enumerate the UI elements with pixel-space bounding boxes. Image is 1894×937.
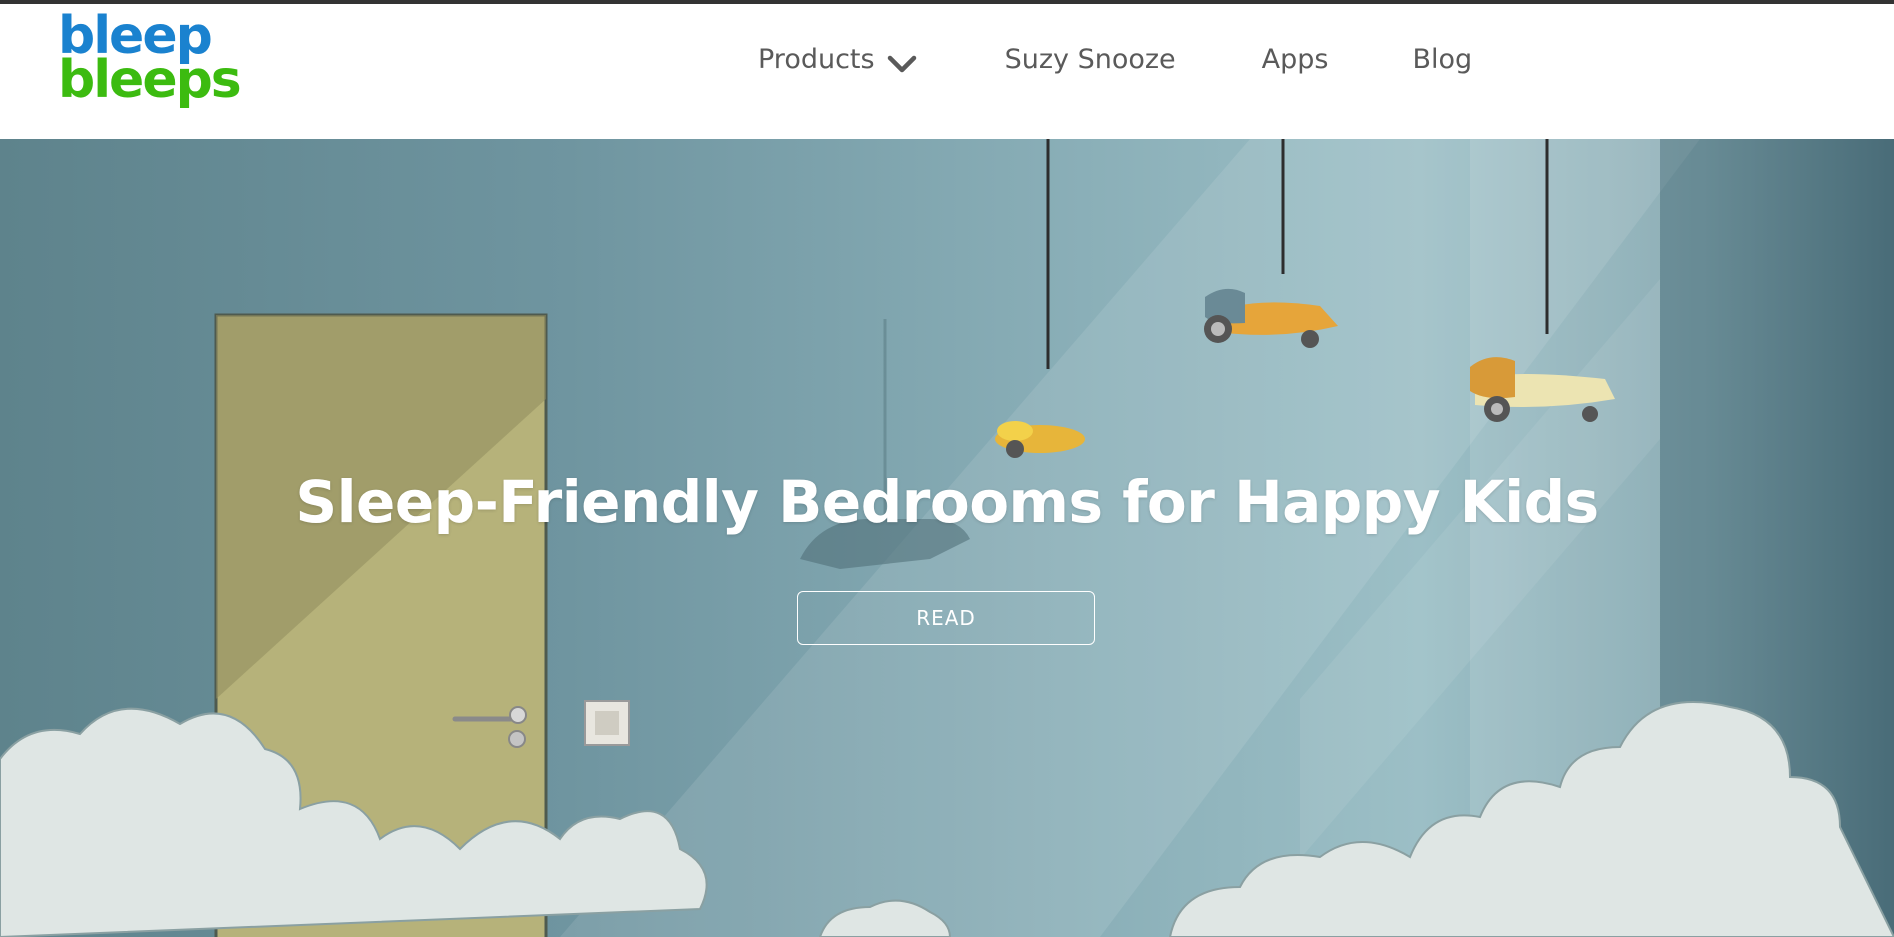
chevron-down-icon[interactable] — [887, 50, 917, 72]
nav-item-products[interactable]: Products — [758, 44, 917, 75]
hero-title: Sleep-Friendly Bedrooms for Happy Kids — [295, 467, 1599, 536]
nav-item-blog-label: Blog — [1412, 44, 1473, 75]
nav-item-apps[interactable]: Apps — [1262, 44, 1329, 75]
nav-item-products-label: Products — [758, 44, 875, 75]
hero-background-image — [0, 139, 1894, 937]
nav-item-apps-label: Apps — [1261, 44, 1329, 75]
hero-banner: Sleep-Friendly Bedrooms for Happy Kids R… — [0, 139, 1894, 937]
logo-line-2: bleeps — [58, 50, 242, 110]
nav-item-suzy-snooze-label: Suzy Snooze — [1004, 44, 1176, 75]
site-header: bleep bleeps Products Suzy Snooze Apps B… — [0, 4, 1894, 139]
nav-item-blog[interactable]: Blog — [1412, 44, 1472, 75]
read-button[interactable]: READ — [797, 591, 1095, 645]
site-logo[interactable]: bleep bleeps — [58, 10, 242, 110]
main-nav: Products Suzy Snooze Apps Blog — [758, 44, 1472, 75]
nav-item-suzy-snooze[interactable]: Suzy Snooze — [1005, 44, 1176, 75]
